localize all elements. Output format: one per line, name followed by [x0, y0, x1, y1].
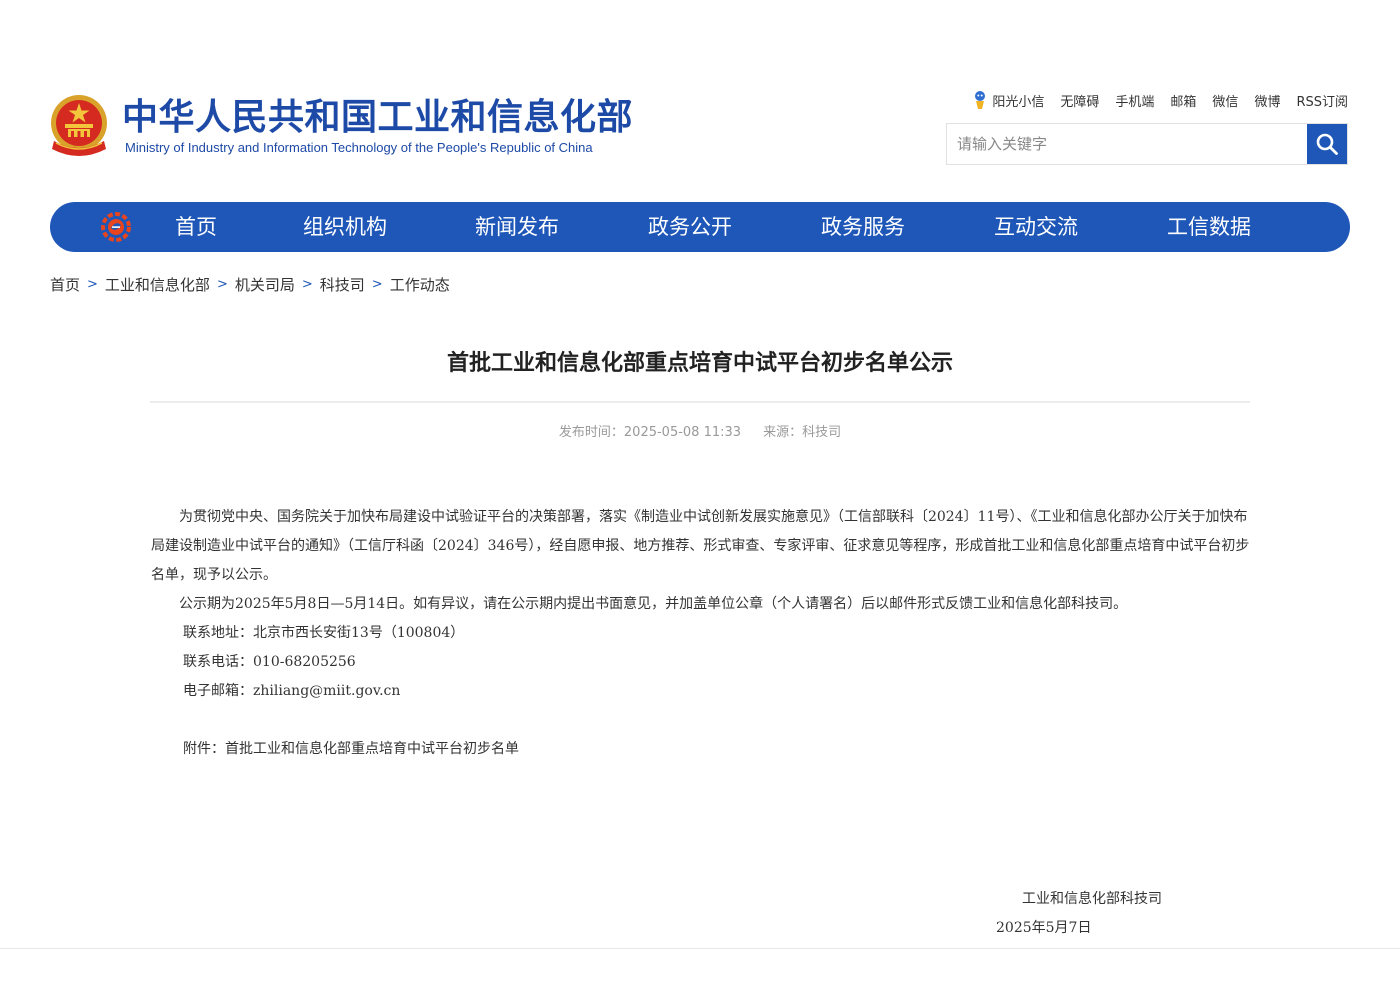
title-divider — [150, 401, 1250, 403]
nav-news[interactable]: 新闻发布 — [475, 202, 559, 252]
signature-date: 2025年5月7日 — [996, 920, 1092, 936]
publish-time-value: 2025-05-08 11:33 — [623, 425, 742, 440]
breadcrumb-science-tech[interactable]: 科技司 — [320, 274, 365, 295]
breadcrumb-separator: > — [301, 276, 313, 292]
signature-organization: 工业和信息化部科技司 — [1022, 891, 1162, 907]
article-source: 来源：科技司 — [763, 425, 841, 440]
search-box — [946, 123, 1348, 165]
site-title: 中华人民共和国工业和信息化部 — [122, 97, 634, 138]
contact-phone: 联系电话：010-68205256 — [183, 654, 356, 670]
breadcrumb-separator: > — [216, 276, 228, 292]
nav-home[interactable]: 首页 — [175, 202, 217, 252]
contact-email: 电子邮箱：zhiliang@miit.gov.cn — [183, 683, 401, 699]
contact-address: 联系地址：北京市西长安街13号（100804） — [183, 625, 465, 641]
top-link-wechat[interactable]: 微信 — [1212, 91, 1238, 110]
body-paragraph: 为贯彻党中央、国务院关于加快布局建设中试验证平台的决策部署，落实《制造业中试创新… — [151, 509, 1250, 583]
nav-data[interactable]: 工信数据 — [1167, 202, 1251, 252]
national-emblem-icon[interactable] — [48, 93, 110, 159]
top-link-sunshine[interactable]: 阳光小信 — [972, 90, 1044, 110]
breadcrumb-departments[interactable]: 机关司局 — [235, 274, 295, 295]
breadcrumb-separator: > — [371, 276, 383, 292]
nav-services[interactable]: 政务服务 — [821, 202, 905, 252]
top-links: 阳光小信 无障碍 手机端 邮箱 微信 微博 RSS订阅 — [972, 90, 1348, 110]
top-link-label: 阳光小信 — [992, 94, 1045, 110]
source-label: 来源： — [763, 425, 803, 440]
top-link-rss[interactable]: RSS订阅 — [1296, 91, 1348, 110]
article-meta: 发布时间：2025-05-08 11:33 来源：科技司 — [150, 421, 1250, 440]
publish-time: 发布时间：2025-05-08 11:33 — [559, 425, 741, 440]
top-link-mobile[interactable]: 手机端 — [1115, 91, 1154, 110]
mascot-icon — [975, 91, 986, 109]
main-nav: 首页 组织机构 新闻发布 政务公开 政务服务 互动交流 工信数据 — [50, 202, 1350, 252]
breadcrumb: 首页 > 工业和信息化部 > 机关司局 > 科技司 > 工作动态 — [50, 274, 450, 294]
breadcrumb-work-news[interactable]: 工作动态 — [390, 274, 450, 295]
nav-government-affairs[interactable]: 政务公开 — [648, 202, 732, 252]
search-button[interactable] — [1307, 124, 1347, 164]
top-link-accessibility[interactable]: 无障碍 — [1060, 91, 1099, 110]
nav-interaction[interactable]: 互动交流 — [994, 202, 1078, 252]
top-link-mail[interactable]: 邮箱 — [1170, 91, 1196, 110]
search-icon — [1316, 133, 1338, 155]
footer-divider — [0, 948, 1400, 949]
site-subtitle: Ministry of Industry and Information Tec… — [125, 140, 593, 155]
ministry-logo-icon[interactable] — [100, 211, 132, 243]
publish-time-label: 发布时间： — [558, 425, 624, 440]
breadcrumb-ministry[interactable]: 工业和信息化部 — [105, 274, 210, 295]
breadcrumb-home[interactable]: 首页 — [50, 274, 80, 295]
attachment-link[interactable]: 附件：首批工业和信息化部重点培育中试平台初步名单 — [151, 735, 1250, 764]
article-body: 为贯彻党中央、国务院关于加快布局建设中试验证平台的决策部署，落实《制造业中试创新… — [151, 503, 1250, 764]
nav-organization[interactable]: 组织机构 — [303, 202, 387, 252]
top-link-weibo[interactable]: 微博 — [1254, 91, 1280, 110]
article-title: 首批工业和信息化部重点培育中试平台初步名单公示 — [446, 351, 953, 376]
search-input[interactable] — [947, 124, 1309, 164]
body-paragraph: 公示期为2025年5月8日—5月14日。如有异议，请在公示期内提出书面意见，并加… — [179, 596, 1128, 612]
source-value: 科技司 — [802, 425, 842, 440]
breadcrumb-separator: > — [87, 276, 98, 292]
